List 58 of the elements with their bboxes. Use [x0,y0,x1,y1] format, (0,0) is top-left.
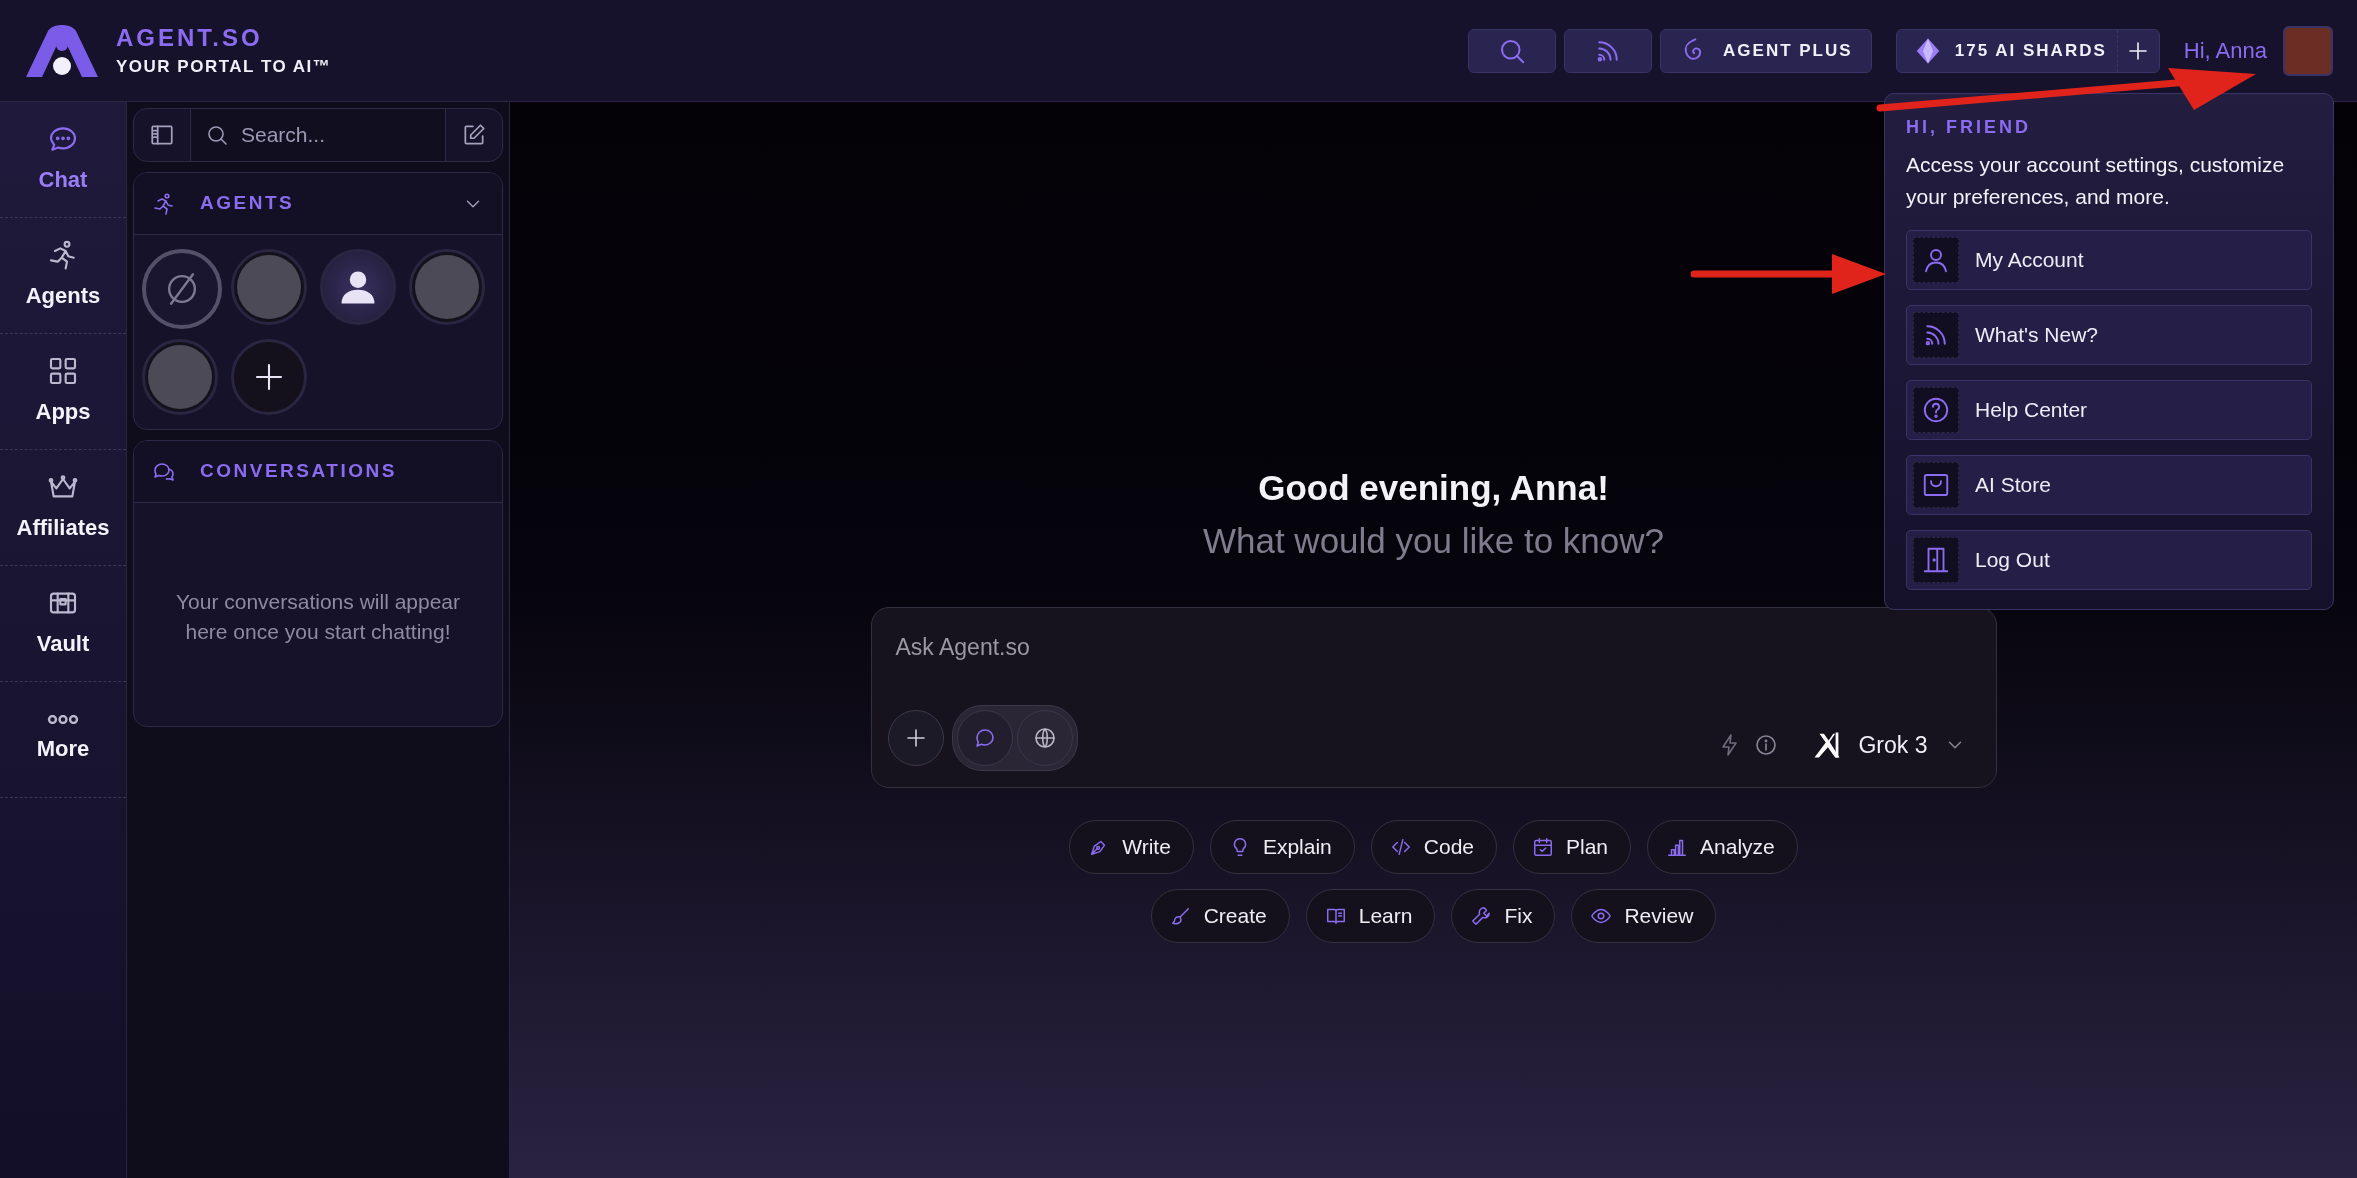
calendar-icon [1532,836,1554,858]
nav-item[interactable]: Apps [0,334,126,450]
model-selector[interactable]: Grok 3 [1806,726,1972,764]
empty-state-text: Your conversations will appear here once you start chatting! [174,589,462,646]
photo-placeholder [148,345,212,409]
nav-item[interactable]: More [0,682,126,798]
suggestion-chip[interactable]: Create [1150,889,1290,943]
shards-count: 175 AI SHARDS [1954,39,2108,62]
greeting-subtitle: What would you like to know? [1202,519,1665,562]
greeting-link[interactable]: Hi, Anna [2183,34,2267,67]
menu-item[interactable]: Log Out [1906,530,2312,590]
prompt-placeholder: Ask Agent.so [894,633,1031,662]
nav-item[interactable]: Chat [0,102,126,218]
suggestion-chip[interactable]: Plan [1513,820,1631,874]
plan-button[interactable]: AGENT PLUS [1659,28,1872,73]
menu-title: HI, FRIEND [1906,116,2032,139]
suggestion-chip[interactable]: Write [1069,820,1194,874]
menu-item[interactable]: Help Center [1906,380,2312,440]
brand-name: AGENT.SO [116,26,264,50]
menu-item[interactable]: What's New? [1906,305,2312,365]
suggestion-chip[interactable]: Fix [1451,889,1556,943]
prompt-box[interactable]: Ask Agent.so Grok 3 [870,607,1997,788]
nav-item[interactable]: Agents [0,218,126,334]
info-icon [1754,733,1779,757]
arch-logo-icon [24,24,100,77]
runner-icon [152,191,176,216]
suggestion-chip[interactable]: Review [1571,889,1717,943]
wrench-icon [1470,905,1493,927]
nav-item[interactable]: Vault [0,566,126,682]
sidebar-icon [149,122,175,148]
door-icon [1921,545,1951,575]
suggestion-chip[interactable]: Explain [1209,820,1355,874]
greeting-title: Good evening, Anna! [1258,467,1609,509]
photo-placeholder [415,255,479,319]
web-mode-button[interactable] [1016,710,1073,766]
code-icon [1389,836,1412,858]
globe-icon [1032,726,1057,750]
menu-item[interactable]: AI Store [1906,455,2312,515]
suggestion-chip[interactable]: Code [1370,820,1497,874]
brand-tagline: YOUR PORTAL TO AI™ [116,58,332,75]
photo-placeholder [237,255,301,319]
search-field[interactable]: Search... [190,109,446,161]
suggestion-chip[interactable]: Analyze [1647,820,1798,874]
feed-button[interactable] [1563,28,1652,73]
menu-description: Access your account settings, customize your preferences, and more. [1906,152,2286,210]
menu-item[interactable]: My Account [1906,230,2312,290]
search-button[interactable] [1467,28,1556,73]
help-icon [1921,395,1951,425]
chat-mode-button[interactable] [956,710,1013,766]
nav-item[interactable]: Affiliates [0,450,126,566]
brush-icon [1169,905,1192,927]
edit-icon [461,122,487,148]
grid-icon [47,355,79,387]
search-icon [205,123,229,147]
suggestion-chip[interactable]: Learn [1305,889,1436,943]
conversations-header: CONVERSATIONS [134,441,502,503]
dots-icon [47,714,79,724]
agents-header[interactable]: AGENTS [134,173,502,235]
